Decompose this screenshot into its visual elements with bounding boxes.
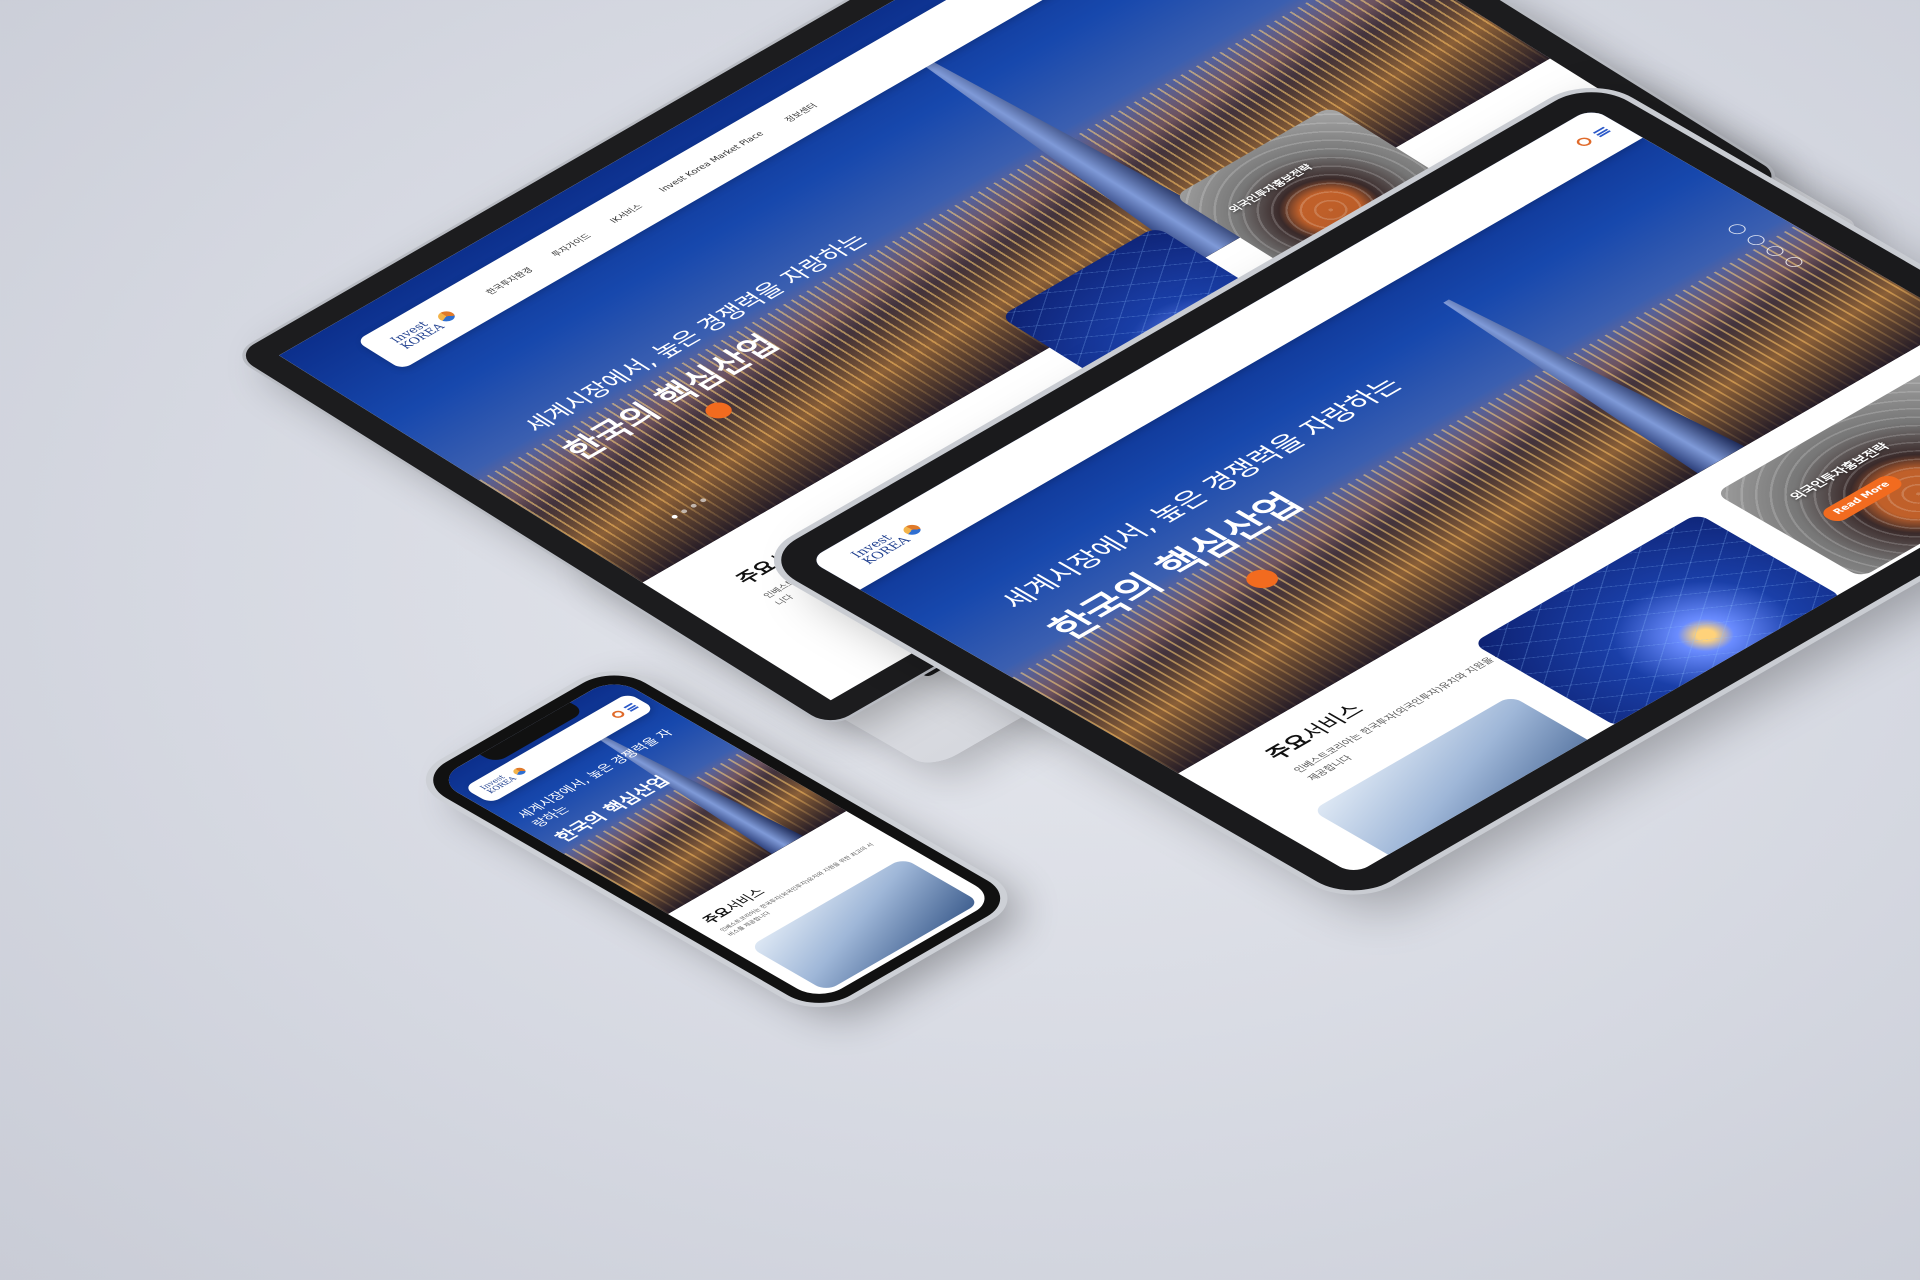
logo-mark-icon xyxy=(434,309,459,324)
tablet-facebook-icon[interactable] xyxy=(1725,222,1750,237)
nav-item-marketplace[interactable]: Invest Korea Market Place xyxy=(657,130,769,195)
phone-hero-banner: Invest KOREA 세계시장에서, 높은 경쟁력을 자랑하는 한국의 핵심산… xyxy=(435,676,847,915)
tablet-twitter-icon[interactable] xyxy=(1744,233,1769,248)
main-menu: 한국투자환경 투자가이드 IK서비스 Invest Korea Market P… xyxy=(482,101,820,296)
phone-nav-tools xyxy=(609,702,639,720)
phone-logo-mark-icon xyxy=(510,766,529,777)
tablet-nav-tools xyxy=(1573,126,1612,148)
card-label: 외국인투자홍보전략 xyxy=(1225,162,1316,215)
phone-card-office[interactable] xyxy=(748,857,981,992)
nav-item-environment[interactable]: 한국투자환경 xyxy=(482,265,535,296)
phone-site-logo[interactable]: Invest KOREA xyxy=(478,765,531,795)
tablet-site-logo[interactable]: Invest KOREA xyxy=(848,520,929,567)
tablet-card-office[interactable] xyxy=(1311,695,1623,875)
phone-menu-icon[interactable] xyxy=(622,702,639,712)
nav-item-guide[interactable]: 투자가이드 xyxy=(547,231,594,259)
tablet-search-icon[interactable] xyxy=(1573,135,1595,148)
nav-item-info-center[interactable]: 정보센터 xyxy=(780,101,820,124)
site-logo[interactable]: Invest KOREA xyxy=(387,307,462,351)
nav-item-services[interactable]: IK서비스 xyxy=(606,201,645,225)
tablet-menu-icon[interactable] xyxy=(1592,126,1611,138)
phone-search-icon[interactable] xyxy=(609,709,627,720)
